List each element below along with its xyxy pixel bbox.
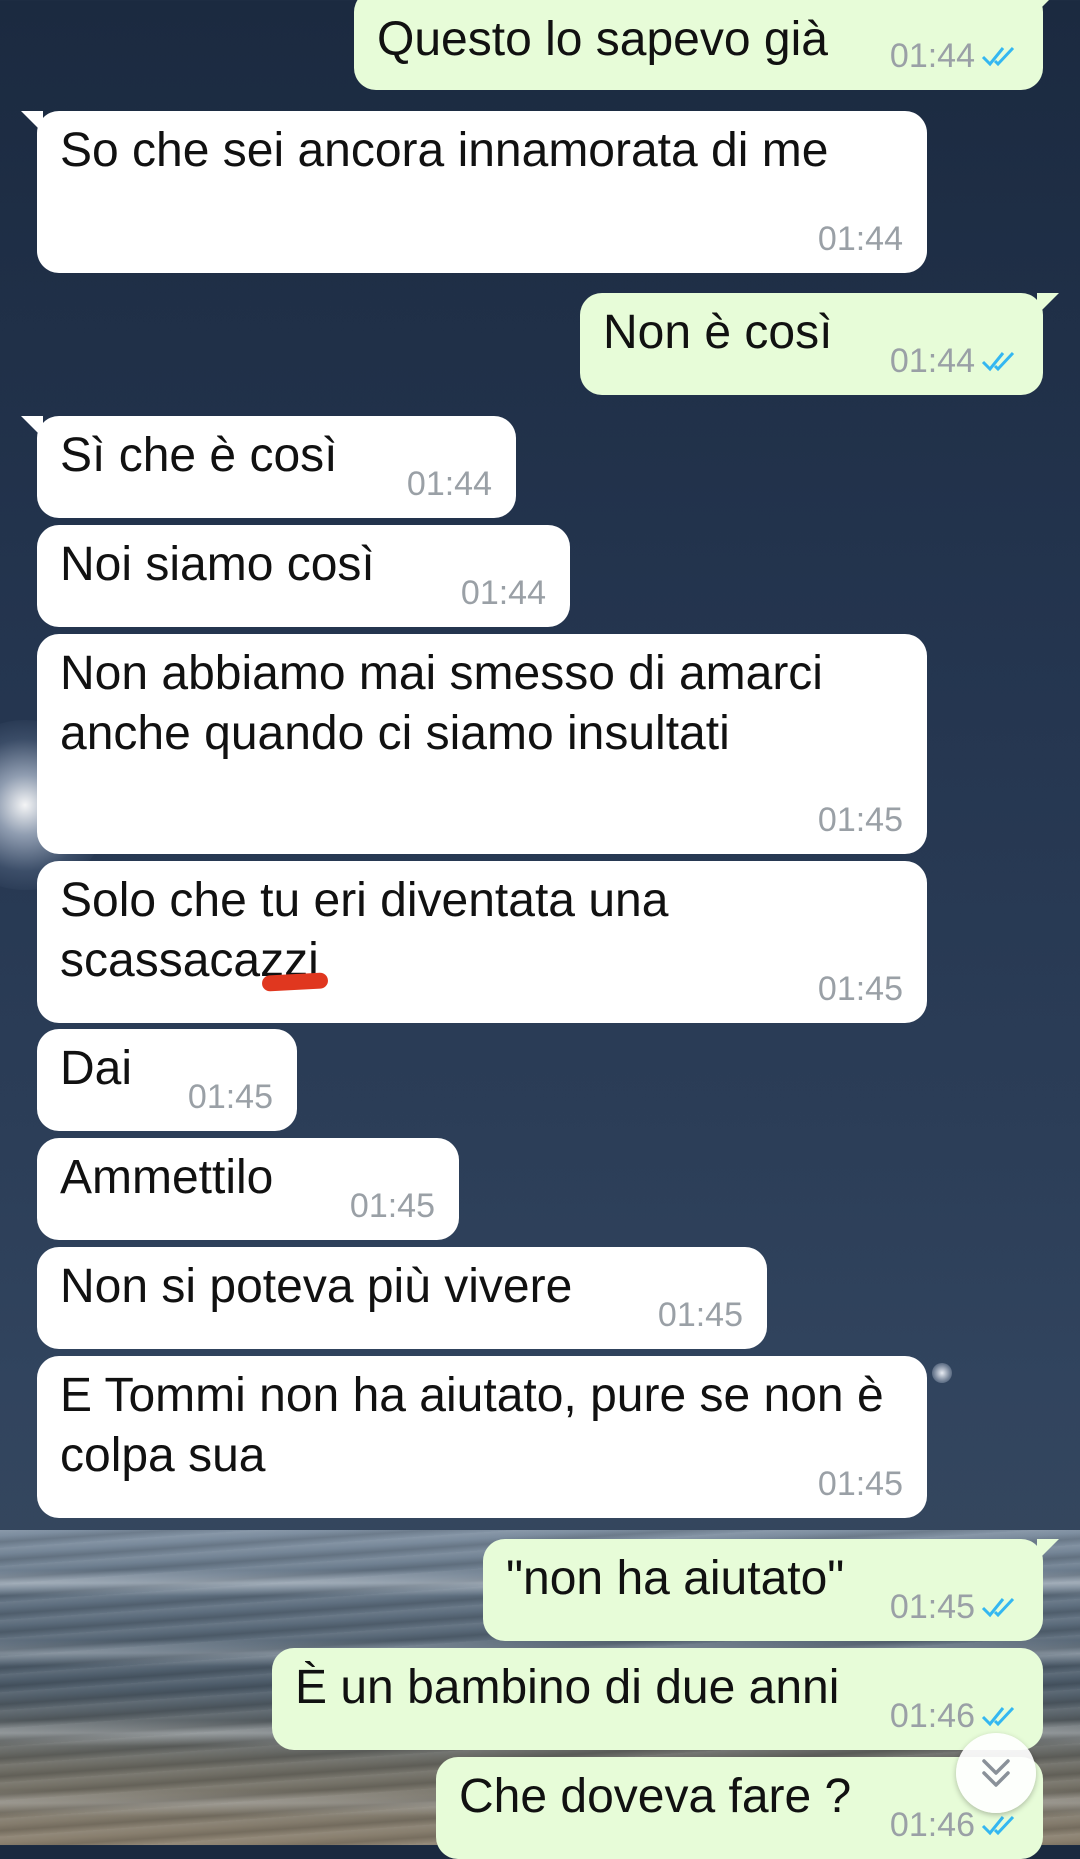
message-bubble-outgoing[interactable]: Questo lo sapevo già 01:44	[354, 0, 1059, 90]
message-bubble-incoming[interactable]: Noi siamo così 01:44	[37, 525, 570, 627]
message-time: 01:46	[889, 1806, 975, 1844]
double-check-icon	[981, 351, 1015, 372]
message-meta: 01:45	[818, 800, 903, 840]
message-meta: 01:44	[818, 219, 903, 259]
message-text: Non si poteva più vivere	[60, 1260, 573, 1313]
message-bubble-incoming[interactable]: Non si poteva più vivere 01:45	[37, 1247, 767, 1349]
message-bubble-outgoing[interactable]: È un bambino di due anni 01:46	[272, 1648, 1043, 1750]
message-meta: 01:44	[890, 36, 1019, 76]
message-meta: 01:45	[188, 1077, 273, 1117]
message-meta: 01:45	[658, 1295, 743, 1335]
message-time: 01:45	[657, 1296, 743, 1334]
message-bubble-incoming[interactable]: E Tommi non ha aiutato, pure se non è co…	[37, 1356, 927, 1518]
message-time: 01:45	[889, 1588, 975, 1626]
message-meta: 01:46	[890, 1696, 1019, 1736]
message-bubble-incoming[interactable]: Solo che tu eri diventata una scassacazz…	[37, 861, 927, 1023]
message-time: 01:44	[889, 342, 975, 380]
message-bubble-outgoing[interactable]: Che doveva fare ? 01:46	[436, 1757, 1043, 1859]
message-time: 01:45	[187, 1078, 273, 1116]
message-text: E Tommi non ha aiutato, pure se non è co…	[60, 1369, 897, 1482]
message-bubble-outgoing[interactable]: Non è così 01:44	[580, 293, 1059, 395]
message-time: 01:45	[817, 801, 903, 839]
double-check-icon	[981, 1706, 1015, 1727]
message-bubble-outgoing[interactable]: "non ha aiutato" 01:45	[483, 1539, 1059, 1641]
message-text: Non abbiamo mai smesso di amarci anche q…	[60, 647, 837, 760]
message-time: 01:44	[406, 465, 492, 503]
message-bubble-incoming[interactable]: So che sei ancora innamorata di me 01:44	[21, 111, 927, 273]
message-bubble-incoming[interactable]: Dai 01:45	[37, 1029, 297, 1131]
scroll-to-bottom-button[interactable]	[956, 1733, 1036, 1813]
double-check-icon	[981, 46, 1015, 67]
message-text: So che sei ancora innamorata di me	[60, 124, 829, 177]
message-list[interactable]: Questo lo sapevo già 01:44 So che sei an…	[0, 0, 1080, 1859]
double-chevron-down-icon	[982, 1759, 1010, 1787]
message-meta: 01:44	[461, 573, 546, 613]
double-check-icon	[981, 1597, 1015, 1618]
message-meta: 01:45	[890, 1587, 1019, 1627]
message-time: 01:44	[889, 37, 975, 75]
message-text: Solo che tu eri diventata una scassacazz…	[60, 874, 682, 987]
message-meta: 01:44	[890, 341, 1019, 381]
message-meta: 01:44	[407, 464, 492, 504]
message-time: 01:46	[889, 1697, 975, 1735]
message-bubble-incoming[interactable]: Ammettilo 01:45	[37, 1138, 459, 1240]
message-time: 01:45	[349, 1187, 435, 1225]
message-bubble-incoming[interactable]: Sì che è così 01:44	[21, 416, 516, 518]
message-bubble-incoming[interactable]: Non abbiamo mai smesso di amarci anche q…	[37, 634, 927, 854]
message-time: 01:44	[460, 574, 546, 612]
message-meta: 01:45	[818, 1464, 903, 1504]
message-meta: 01:45	[818, 969, 903, 1009]
double-check-icon	[981, 1815, 1015, 1836]
message-meta: 01:45	[350, 1186, 435, 1226]
message-time: 01:45	[817, 1465, 903, 1503]
message-time: 01:44	[817, 220, 903, 258]
message-time: 01:45	[817, 970, 903, 1008]
